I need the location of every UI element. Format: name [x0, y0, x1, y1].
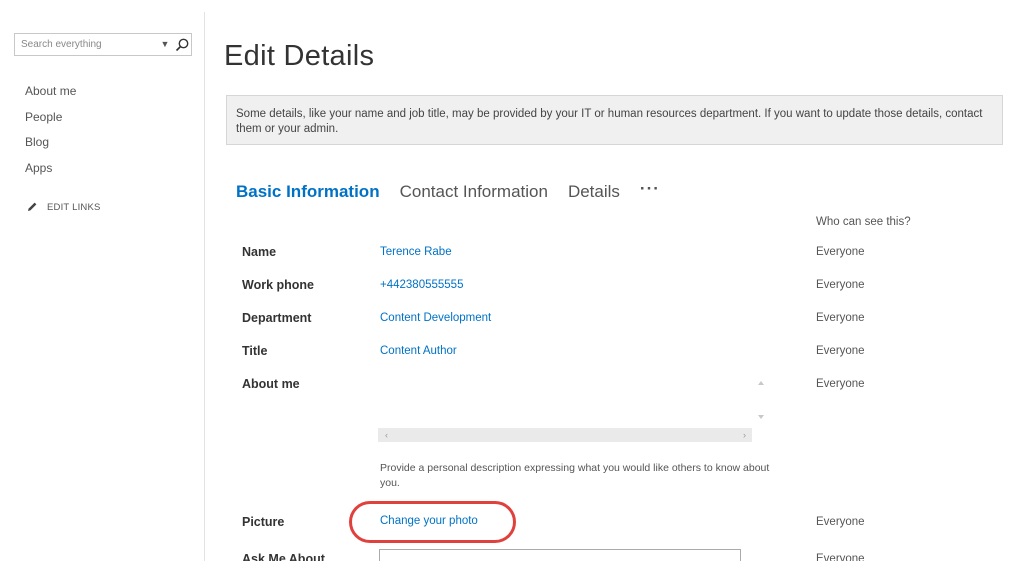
nav-item-about-me[interactable]: About me	[25, 84, 76, 110]
search-scope-dropdown[interactable]: ▼	[157, 34, 173, 55]
info-banner: Some details, like your name and job tit…	[226, 95, 1003, 145]
profile-tabs: Basic Information Contact Information De…	[236, 179, 660, 202]
search-icon[interactable]	[173, 36, 191, 54]
search-input[interactable]	[15, 34, 155, 55]
more-tabs-ellipsis[interactable]: ···	[640, 179, 660, 199]
work-phone-visibility: Everyone	[816, 279, 865, 291]
pencil-icon	[28, 202, 37, 211]
about-me-label: About me	[242, 377, 300, 391]
department-visibility: Everyone	[816, 312, 865, 324]
title-visibility: Everyone	[816, 345, 865, 357]
nav-item-blog[interactable]: Blog	[25, 135, 76, 161]
about-me-visibility: Everyone	[816, 378, 865, 390]
ask-me-about-input[interactable]	[379, 549, 741, 561]
title-value: Content Author	[380, 345, 457, 357]
work-phone-value: +442380555555	[380, 279, 464, 291]
name-value: Terence Rabe	[380, 246, 452, 258]
name-label: Name	[242, 245, 277, 259]
nav-list: About me People Blog Apps	[25, 84, 76, 186]
about-me-vertical-scrollbar[interactable]	[752, 374, 770, 426]
about-me-hint: Provide a personal description expressin…	[380, 462, 770, 489]
page-title: Edit Details	[224, 40, 375, 72]
nav-divider	[204, 12, 205, 561]
department-label: Department	[242, 311, 312, 325]
picture-label: Picture	[242, 515, 285, 529]
change-photo-highlight-annotation	[349, 501, 516, 543]
edit-links-button[interactable]: EDIT LINKS	[26, 201, 101, 213]
edit-links-label: EDIT LINKS	[47, 201, 101, 213]
tab-details[interactable]: Details	[568, 182, 620, 202]
tab-basic-information[interactable]: Basic Information	[236, 182, 380, 202]
tab-contact-information[interactable]: Contact Information	[400, 182, 548, 202]
picture-visibility: Everyone	[816, 516, 865, 528]
title-label: Title	[242, 344, 268, 358]
visibility-column-header: Who can see this?	[816, 216, 911, 228]
left-navigation: ▼ About me People Blog Apps EDIT LINKS	[0, 0, 205, 561]
search-box[interactable]: ▼	[14, 33, 192, 56]
nav-item-apps[interactable]: Apps	[25, 161, 76, 187]
name-visibility: Everyone	[816, 246, 865, 258]
nav-item-people[interactable]: People	[25, 110, 76, 136]
ask-me-about-label: Ask Me About	[242, 552, 325, 561]
work-phone-label: Work phone	[242, 278, 314, 292]
department-value: Content Development	[380, 312, 492, 324]
about-me-horizontal-scrollbar[interactable]: ‹ ›	[378, 428, 752, 442]
scroll-left-arrow-icon[interactable]: ‹	[385, 428, 388, 442]
ask-me-about-visibility: Everyone	[816, 553, 865, 561]
scroll-right-arrow-icon[interactable]: ›	[743, 428, 746, 442]
